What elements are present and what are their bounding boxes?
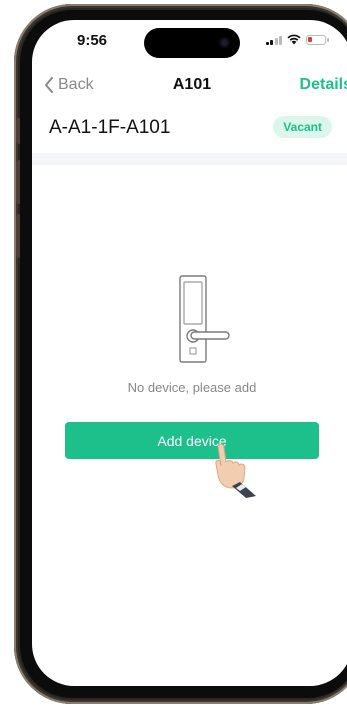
camera-icon xyxy=(219,37,230,48)
signal-icon xyxy=(265,35,282,45)
pointing-hand-icon xyxy=(215,443,256,498)
status-badge: Vacant xyxy=(273,116,332,138)
battery-icon xyxy=(306,34,329,45)
navigation-bar: Back A101 Details xyxy=(32,74,347,104)
battery-level xyxy=(308,36,312,42)
add-device-button[interactable]: Add device xyxy=(65,422,319,459)
details-link[interactable]: Details xyxy=(300,76,347,94)
door-lock-icon xyxy=(179,275,230,363)
dynamic-island xyxy=(144,28,240,58)
wifi-icon xyxy=(287,34,301,45)
status-icons xyxy=(265,34,329,45)
room-code: A-A1-1F-A101 xyxy=(49,117,171,138)
app-screen: 9:56 Back A101 Details A-A1-1F-A101 Vaca… xyxy=(32,20,347,686)
empty-state-message: No device, please add xyxy=(127,380,257,395)
section-divider xyxy=(32,153,347,165)
status-time: 9:56 xyxy=(77,32,108,49)
